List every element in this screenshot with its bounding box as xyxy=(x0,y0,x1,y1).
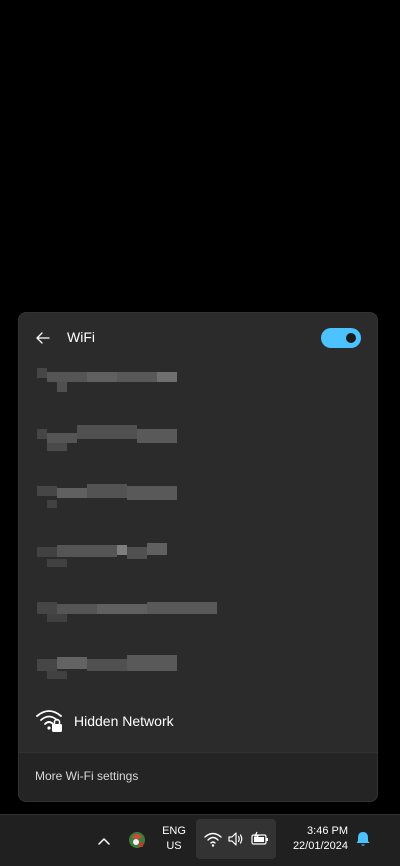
wifi-toggle[interactable] xyxy=(321,328,361,348)
taskbar: ENG US 3:46 PM 22/01/2024 xyxy=(0,814,400,866)
input-language-indicator[interactable]: ENG US xyxy=(158,824,190,854)
app-tray-graphic xyxy=(129,832,145,848)
obscured-network-name xyxy=(37,653,177,683)
hidden-network-label: Hidden Network xyxy=(74,713,174,729)
arrow-left-icon xyxy=(36,332,50,344)
network-item[interactable] xyxy=(19,360,377,417)
app-tray-icon[interactable] xyxy=(126,829,148,851)
obscured-network-name xyxy=(37,482,177,512)
wifi-icon xyxy=(204,832,222,847)
obscured-network-name xyxy=(37,425,177,455)
network-list xyxy=(19,360,377,702)
network-item[interactable] xyxy=(19,474,377,531)
obscured-network-name xyxy=(37,539,177,569)
chevron-up-icon xyxy=(98,838,110,845)
network-item[interactable] xyxy=(19,531,377,588)
wifi-lock-icon xyxy=(36,710,62,732)
network-item[interactable] xyxy=(19,417,377,474)
more-wifi-settings-link[interactable]: More Wi-Fi settings xyxy=(35,769,138,783)
clock-date: 22/01/2024 xyxy=(292,840,348,852)
obscured-network-name xyxy=(37,368,177,398)
toggle-knob xyxy=(346,333,356,343)
flyout-title: WiFi xyxy=(67,329,95,345)
show-hidden-icons-button[interactable] xyxy=(93,830,115,852)
back-button[interactable] xyxy=(31,327,55,349)
flyout-footer: More Wi-Fi settings xyxy=(19,752,377,801)
clock-time: 3:46 PM xyxy=(307,825,348,837)
taskbar-clock[interactable]: 3:46 PM 22/01/2024 xyxy=(282,824,348,854)
speaker-icon xyxy=(228,832,243,846)
quick-settings-button[interactable] xyxy=(196,819,276,859)
wifi-flyout-panel: WiFi Hidden Network More Wi-Fi settings xyxy=(18,312,378,802)
network-item[interactable] xyxy=(19,645,377,702)
battery-charging-icon xyxy=(251,831,268,845)
bell-icon[interactable] xyxy=(354,830,372,848)
network-item[interactable] xyxy=(19,588,377,645)
region-code: US xyxy=(166,840,182,852)
hidden-network-item[interactable]: Hidden Network xyxy=(19,705,377,743)
language-code: ENG xyxy=(162,825,186,837)
obscured-network-name xyxy=(37,596,217,626)
flyout-header: WiFi xyxy=(19,313,377,363)
